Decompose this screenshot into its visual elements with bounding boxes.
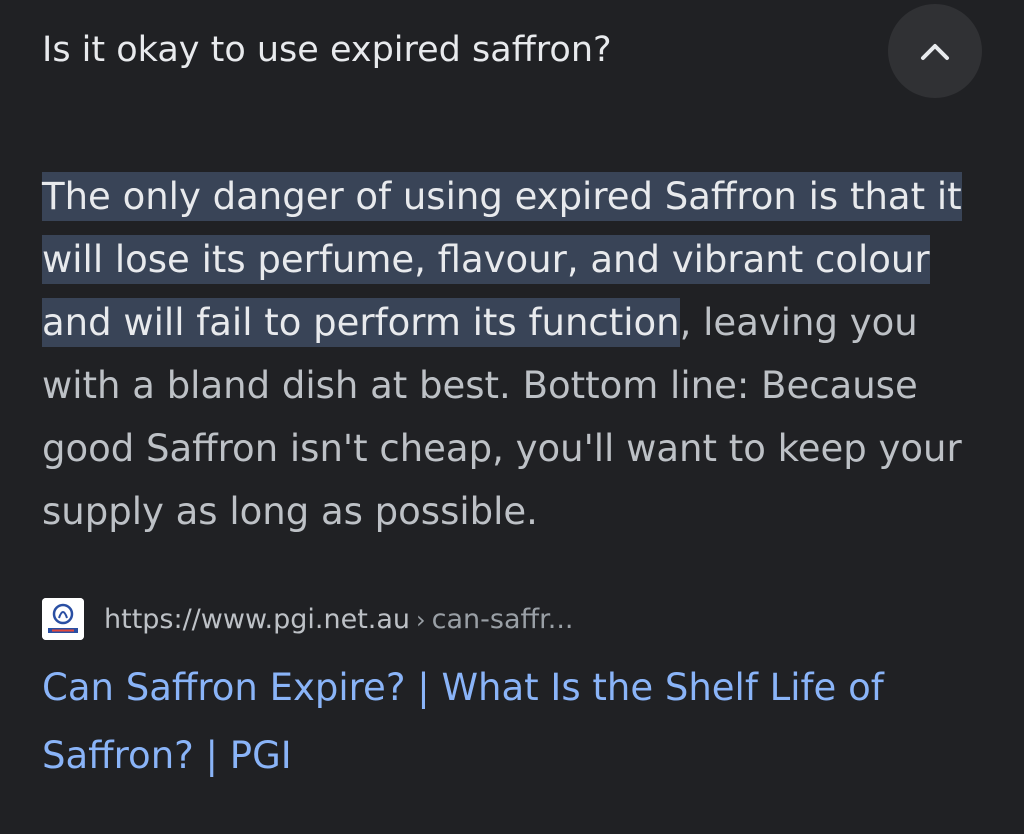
chevron-up-icon [921,44,949,60]
breadcrumb-separator: › [416,606,426,634]
source-url[interactable]: https://www.pgi.net.au › can-saffr... [104,598,574,642]
answer-text: The only danger of using expired Saffron… [42,165,982,543]
pgi-logo-icon [42,598,84,640]
faq-question[interactable]: Is it okay to use expired saffron? [42,24,862,76]
result-title-link[interactable]: Can Saffron Expire? | What Is the Shelf … [42,654,982,790]
source-path: can-saffr... [431,604,574,635]
source-row[interactable]: https://www.pgi.net.au › can-saffr... [42,598,742,642]
collapse-button[interactable] [888,4,982,98]
source-domain: https://www.pgi.net.au [104,604,411,635]
